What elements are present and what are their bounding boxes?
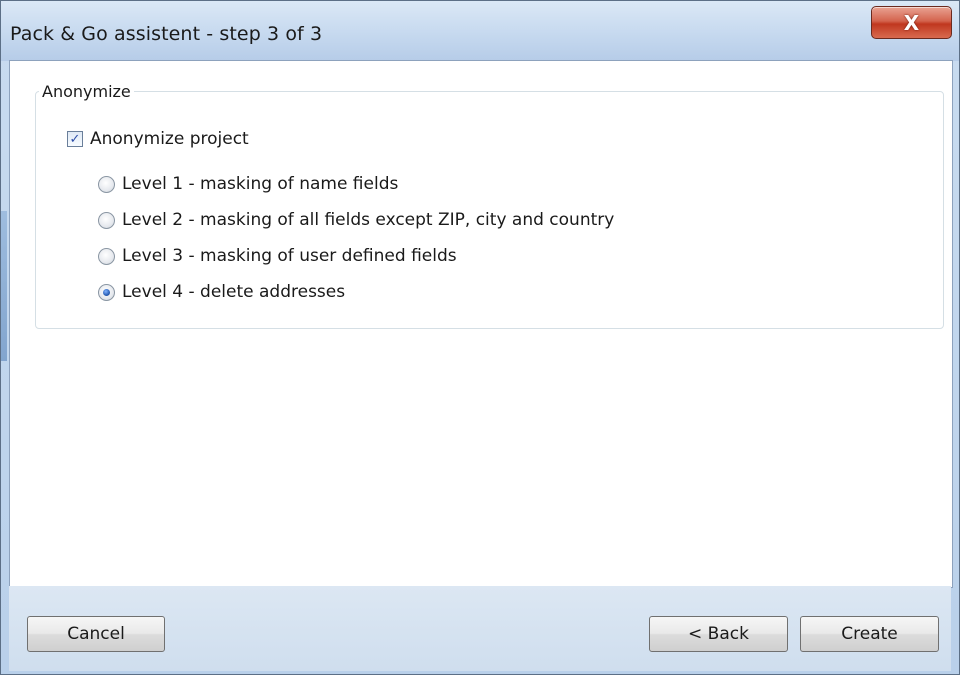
level-4-label: Level 4 - delete addresses [122,282,346,302]
level-1-radio-row[interactable]: Level 1 - masking of name fields [98,174,398,194]
level-3-radio-row[interactable]: Level 3 - masking of user defined fields [98,246,457,266]
level-3-radio[interactable] [98,247,115,265]
radio-selected-dot [103,288,110,296]
window-edge-accent [1,211,7,361]
level-1-label: Level 1 - masking of name fields [122,174,399,194]
level-4-radio-row[interactable]: Level 4 - delete addresses [98,282,345,302]
cancel-button[interactable]: Cancel [27,616,165,652]
close-button[interactable]: X [871,6,952,39]
title-bar[interactable]: Pack & Go assistent - step 3 of 3 X [1,1,959,61]
anonymize-project-checkbox-row[interactable]: ✓ Anonymize project [67,129,249,149]
dialog-window: Pack & Go assistent - step 3 of 3 X Anon… [0,0,960,675]
dialog-content: Anonymize ✓ Anonymize project Level 1 - … [9,60,953,588]
level-2-radio-row[interactable]: Level 2 - masking of all fields except Z… [98,210,614,230]
anonymize-project-checkbox[interactable]: ✓ [67,131,83,147]
create-button[interactable]: Create [800,616,939,652]
close-icon: X [903,10,920,35]
back-button[interactable]: < Back [649,616,788,652]
level-3-label: Level 3 - masking of user defined fields [122,246,457,266]
anonymize-project-label: Anonymize project [90,129,249,149]
level-1-radio[interactable] [98,175,115,193]
window-title: Pack & Go assistent - step 3 of 3 [10,23,323,45]
level-2-radio[interactable] [98,211,115,229]
groupbox-legend: Anonymize [39,82,134,101]
level-2-label: Level 2 - masking of all fields except Z… [122,210,615,230]
level-4-radio[interactable] [98,283,115,301]
checkmark-icon: ✓ [69,131,81,147]
